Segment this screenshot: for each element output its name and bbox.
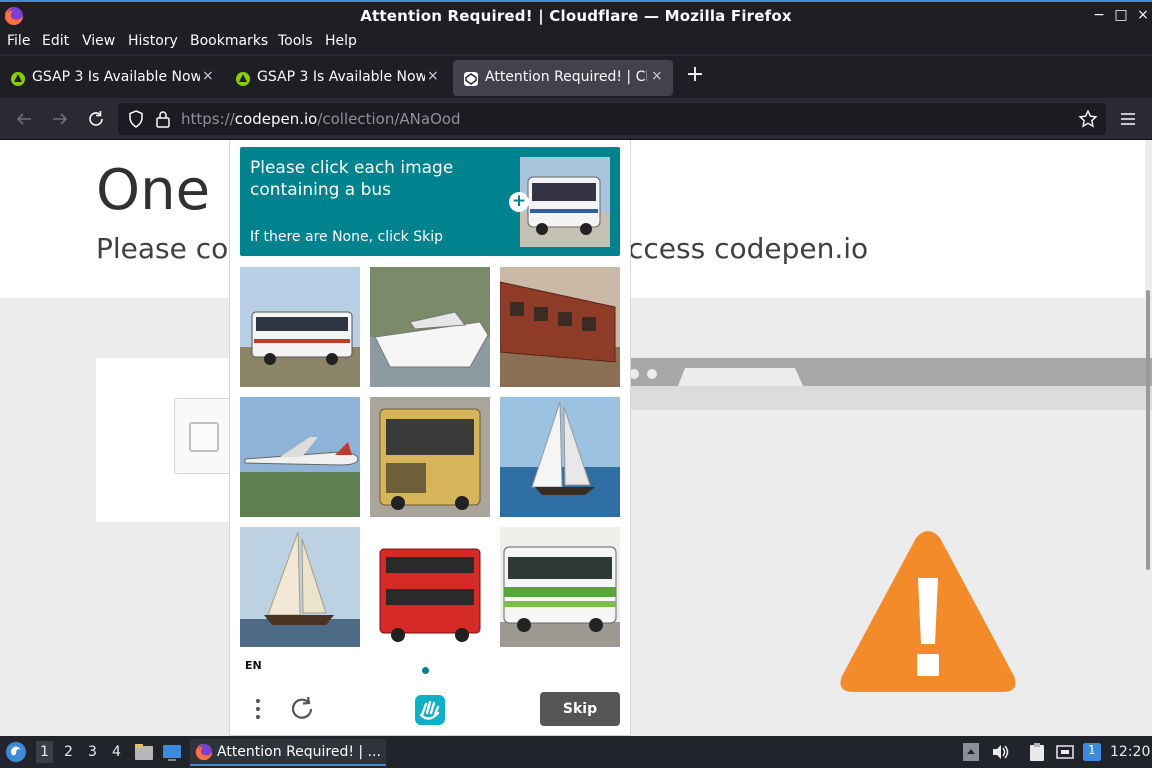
- maximize-button[interactable]: □: [1112, 6, 1130, 24]
- url-scheme: https://: [181, 110, 235, 128]
- tab-gsap-1[interactable]: GSAP 3 Is Available Now! ×: [0, 60, 220, 96]
- close-window-button[interactable]: ×: [1134, 6, 1152, 24]
- page-subtitle-right: ccess codepen.io: [628, 232, 869, 265]
- screen: Attention Required! | Cloudflare — Mozil…: [0, 0, 1152, 768]
- tab-strip: GSAP 3 Is Available Now! × GSAP 3 Is Ava…: [0, 56, 1152, 98]
- tab-label: GSAP 3 Is Available Now!: [257, 69, 425, 85]
- forward-icon[interactable]: [49, 108, 71, 130]
- skip-button[interactable]: Skip: [540, 692, 620, 726]
- lock-icon[interactable]: [153, 109, 173, 129]
- url-path: /collection/ANaOod: [317, 110, 461, 128]
- tab-gsap-2[interactable]: GSAP 3 Is Available Now! ×: [225, 60, 447, 96]
- desktop-icon[interactable]: [162, 742, 182, 762]
- menu-edit[interactable]: Edit: [42, 33, 69, 49]
- menu-bookmarks[interactable]: Bookmarks: [190, 33, 268, 49]
- illustration-toolbar: [630, 386, 1152, 410]
- menu-history[interactable]: History: [128, 33, 178, 49]
- refresh-challenge-icon[interactable]: [288, 695, 316, 723]
- tab-label: GSAP 3 Is Available Now!: [32, 69, 200, 85]
- network-icon[interactable]: [1055, 742, 1075, 762]
- new-tab-button[interactable]: +: [684, 64, 706, 86]
- hamburger-menu-icon[interactable]: [1117, 108, 1139, 130]
- workspace-1[interactable]: 1: [36, 741, 53, 763]
- language-selector[interactable]: EN: [245, 659, 262, 672]
- challenge-prompt: Please click each image containing a bus…: [240, 147, 620, 256]
- prompt-hint: If there are None, click Skip: [250, 229, 444, 245]
- tab-close-icon[interactable]: ×: [651, 68, 663, 84]
- tile-3[interactable]: [500, 267, 620, 387]
- more-options-icon[interactable]: [250, 695, 266, 723]
- url-bar[interactable]: https://codepen.io/collection/ANaOod: [118, 103, 1106, 135]
- tray-up-arrow-icon[interactable]: [962, 742, 980, 762]
- codepen-favicon-icon: [464, 72, 478, 86]
- menu-file[interactable]: File: [7, 33, 30, 49]
- prompt-text: Please click each image containing a bus: [250, 158, 454, 200]
- back-icon[interactable]: [13, 108, 35, 130]
- reload-icon[interactable]: [85, 108, 107, 130]
- window-titlebar: Attention Required! | Cloudflare — Mozil…: [0, 0, 1152, 30]
- desktop-taskbar: 1 2 3 4 Attention Required! | ... 1 12:2…: [0, 736, 1152, 768]
- codepen-favicon-icon: [11, 72, 25, 86]
- page-indicator: [422, 667, 429, 674]
- workspace-2[interactable]: 2: [64, 744, 73, 760]
- clock: 12:20: [1110, 744, 1151, 760]
- tile-1[interactable]: [240, 267, 360, 387]
- page-heading: One r: [96, 158, 251, 223]
- minimize-button[interactable]: −: [1090, 6, 1108, 24]
- menu-bar: File Edit View History Bookmarks Tools H…: [0, 30, 1152, 54]
- tile-5[interactable]: [370, 397, 490, 517]
- tab-attention-required[interactable]: Attention Required! | Cloudflare ×: [453, 60, 673, 96]
- workspace-4[interactable]: 4: [112, 744, 121, 760]
- firefox-icon: [195, 743, 213, 761]
- expand-example-icon[interactable]: +: [509, 192, 529, 212]
- menu-tools[interactable]: Tools: [278, 33, 313, 49]
- tile-2[interactable]: [370, 267, 490, 387]
- notification-count: 1: [1088, 743, 1096, 757]
- page-scrollbar[interactable]: [1146, 290, 1150, 570]
- volume-icon[interactable]: [990, 742, 1010, 762]
- workspace-3[interactable]: 3: [88, 744, 97, 760]
- window-title: Attention Required! | Cloudflare — Mozil…: [360, 7, 792, 25]
- captcha-challenge: Please click each image containing a bus…: [229, 140, 631, 736]
- taskbar-firefox-window[interactable]: Attention Required! | ...: [190, 739, 386, 766]
- tile-7[interactable]: [240, 527, 360, 647]
- tracking-protection-icon[interactable]: [126, 109, 146, 129]
- illustration-tab-icon: [630, 368, 803, 386]
- url-text[interactable]: https://codepen.io/collection/ANaOod: [181, 110, 461, 128]
- hcaptcha-logo-icon[interactable]: [413, 693, 447, 727]
- bookmark-star-icon[interactable]: [1078, 109, 1098, 129]
- tab-label: Attention Required! | Cloudflare: [485, 69, 647, 85]
- browser-illustration: [630, 358, 1152, 410]
- tab-close-icon[interactable]: ×: [202, 68, 214, 84]
- menu-help[interactable]: Help: [325, 33, 357, 49]
- tile-8[interactable]: [370, 527, 490, 647]
- tile-6[interactable]: [500, 397, 620, 517]
- tab-close-icon[interactable]: ×: [427, 68, 439, 84]
- page-subtitle-left: Please con: [96, 232, 247, 265]
- url-host: codepen.io: [234, 110, 318, 128]
- captcha-checkbox[interactable]: [189, 422, 219, 452]
- start-menu-icon[interactable]: [5, 741, 27, 763]
- file-manager-icon[interactable]: [134, 742, 154, 762]
- warning-icon: [840, 531, 1016, 692]
- navigation-toolbar: https://codepen.io/collection/ANaOod: [0, 98, 1152, 140]
- example-bus-image: [520, 157, 610, 247]
- tile-9[interactable]: [500, 527, 620, 647]
- codepen-favicon-icon: [236, 72, 250, 86]
- menu-view[interactable]: View: [82, 33, 115, 49]
- clipboard-icon[interactable]: [1028, 742, 1046, 762]
- tile-4[interactable]: [240, 397, 360, 517]
- taskbar-app-label: Attention Required! | ...: [217, 744, 381, 760]
